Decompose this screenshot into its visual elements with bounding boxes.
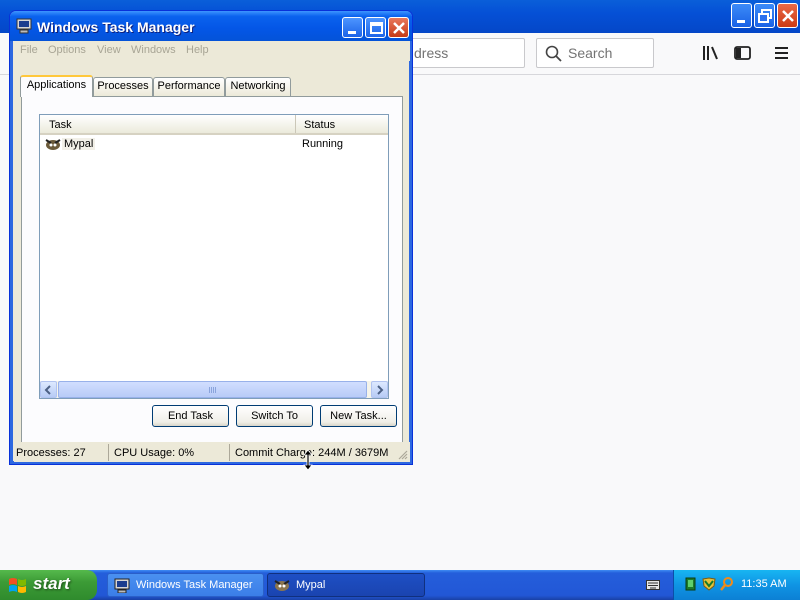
menu-bar: File Options View Windows Help	[14, 41, 410, 61]
task-manager-icon	[16, 18, 32, 34]
table-row[interactable]: Mypal Running	[40, 135, 388, 154]
applications-page: Task Status Mypal Running End Task Switc…	[21, 96, 403, 444]
horizontal-scrollbar[interactable]	[40, 381, 388, 398]
security-shield-icon[interactable]	[702, 577, 716, 591]
task-list[interactable]: Task Status Mypal Running	[39, 114, 389, 399]
close-button[interactable]	[388, 17, 409, 38]
column-task[interactable]: Task	[40, 115, 296, 133]
library-icon[interactable]	[701, 43, 721, 63]
scroll-right-button[interactable]	[371, 381, 388, 398]
taskbar-item-label: Windows Task Manager	[136, 579, 253, 591]
tab-networking[interactable]: Networking	[225, 77, 291, 96]
taskbar-item-label: Mypal	[296, 579, 326, 591]
windows-logo-icon	[9, 578, 26, 593]
address-placeholder: dress	[414, 45, 449, 61]
task-manager-window: Windows Task Manager File Options View W…	[9, 10, 413, 465]
menu-options[interactable]: Options	[48, 44, 86, 56]
taskbar-item-task-manager[interactable]: Windows Task Manager	[107, 573, 264, 597]
status-bar: Processes: 27 CPU Usage: 0% Commit Charg…	[14, 442, 410, 462]
start-label: start	[33, 574, 70, 593]
search-input[interactable]: Search	[536, 38, 654, 68]
resize-grip-icon[interactable]	[398, 450, 408, 460]
browser-minimize-button[interactable]	[731, 3, 752, 28]
tab-performance[interactable]: Performance	[153, 77, 225, 96]
maximize-button[interactable]	[365, 17, 386, 38]
resize-cursor-icon	[303, 449, 313, 471]
clock: 11:35 AM	[741, 578, 787, 590]
column-status[interactable]: Status	[296, 115, 388, 133]
task-manager-icon	[114, 578, 130, 593]
system-tray: 11:35 AM	[673, 570, 800, 600]
switch-to-button[interactable]: Switch To	[236, 405, 313, 427]
task-manager-titlebar[interactable]: Windows Task Manager	[10, 11, 412, 41]
mypal-icon	[45, 139, 61, 150]
browser-close-button[interactable]	[777, 3, 798, 28]
end-task-button[interactable]: End Task	[152, 405, 229, 427]
minimize-button[interactable]	[342, 17, 363, 38]
tab-applications[interactable]: Applications	[20, 75, 93, 97]
tab-processes[interactable]: Processes	[93, 77, 153, 96]
status-cpu: CPU Usage: 0%	[111, 444, 230, 461]
scroll-left-button[interactable]	[40, 381, 57, 398]
menu-icon[interactable]	[772, 43, 792, 63]
search-placeholder: Search	[568, 45, 613, 61]
new-task-button[interactable]: New Task...	[320, 405, 397, 427]
list-header: Task Status	[40, 115, 388, 135]
menu-help[interactable]: Help	[186, 44, 209, 56]
search-icon[interactable]	[720, 577, 734, 591]
mypal-icon	[274, 580, 290, 591]
start-button[interactable]: start	[0, 570, 97, 600]
status-processes: Processes: 27	[14, 444, 109, 461]
scroll-thumb[interactable]	[58, 381, 367, 398]
keyboard-icon[interactable]	[646, 579, 660, 591]
address-bar[interactable]: dress	[395, 38, 525, 68]
browser-restore-button[interactable]	[754, 3, 775, 28]
status-commit-charge: Commit Charge: 244M / 3679M	[235, 447, 389, 459]
row-task-name: Mypal	[62, 138, 96, 150]
window-title: Windows Task Manager	[37, 19, 195, 35]
network-icon[interactable]	[684, 577, 698, 591]
row-task-status: Running	[302, 138, 343, 150]
menu-view[interactable]: View	[97, 44, 121, 56]
menu-file[interactable]: File	[20, 44, 38, 56]
taskbar: start Windows Task Manager Mypal 11:35 A…	[0, 570, 800, 600]
chevron-left-icon	[44, 385, 51, 395]
menu-windows[interactable]: Windows	[131, 44, 176, 56]
chevron-right-icon	[377, 385, 384, 395]
sidebar-icon[interactable]	[733, 43, 753, 63]
taskbar-item-mypal[interactable]: Mypal	[267, 573, 425, 597]
search-icon	[545, 45, 562, 62]
